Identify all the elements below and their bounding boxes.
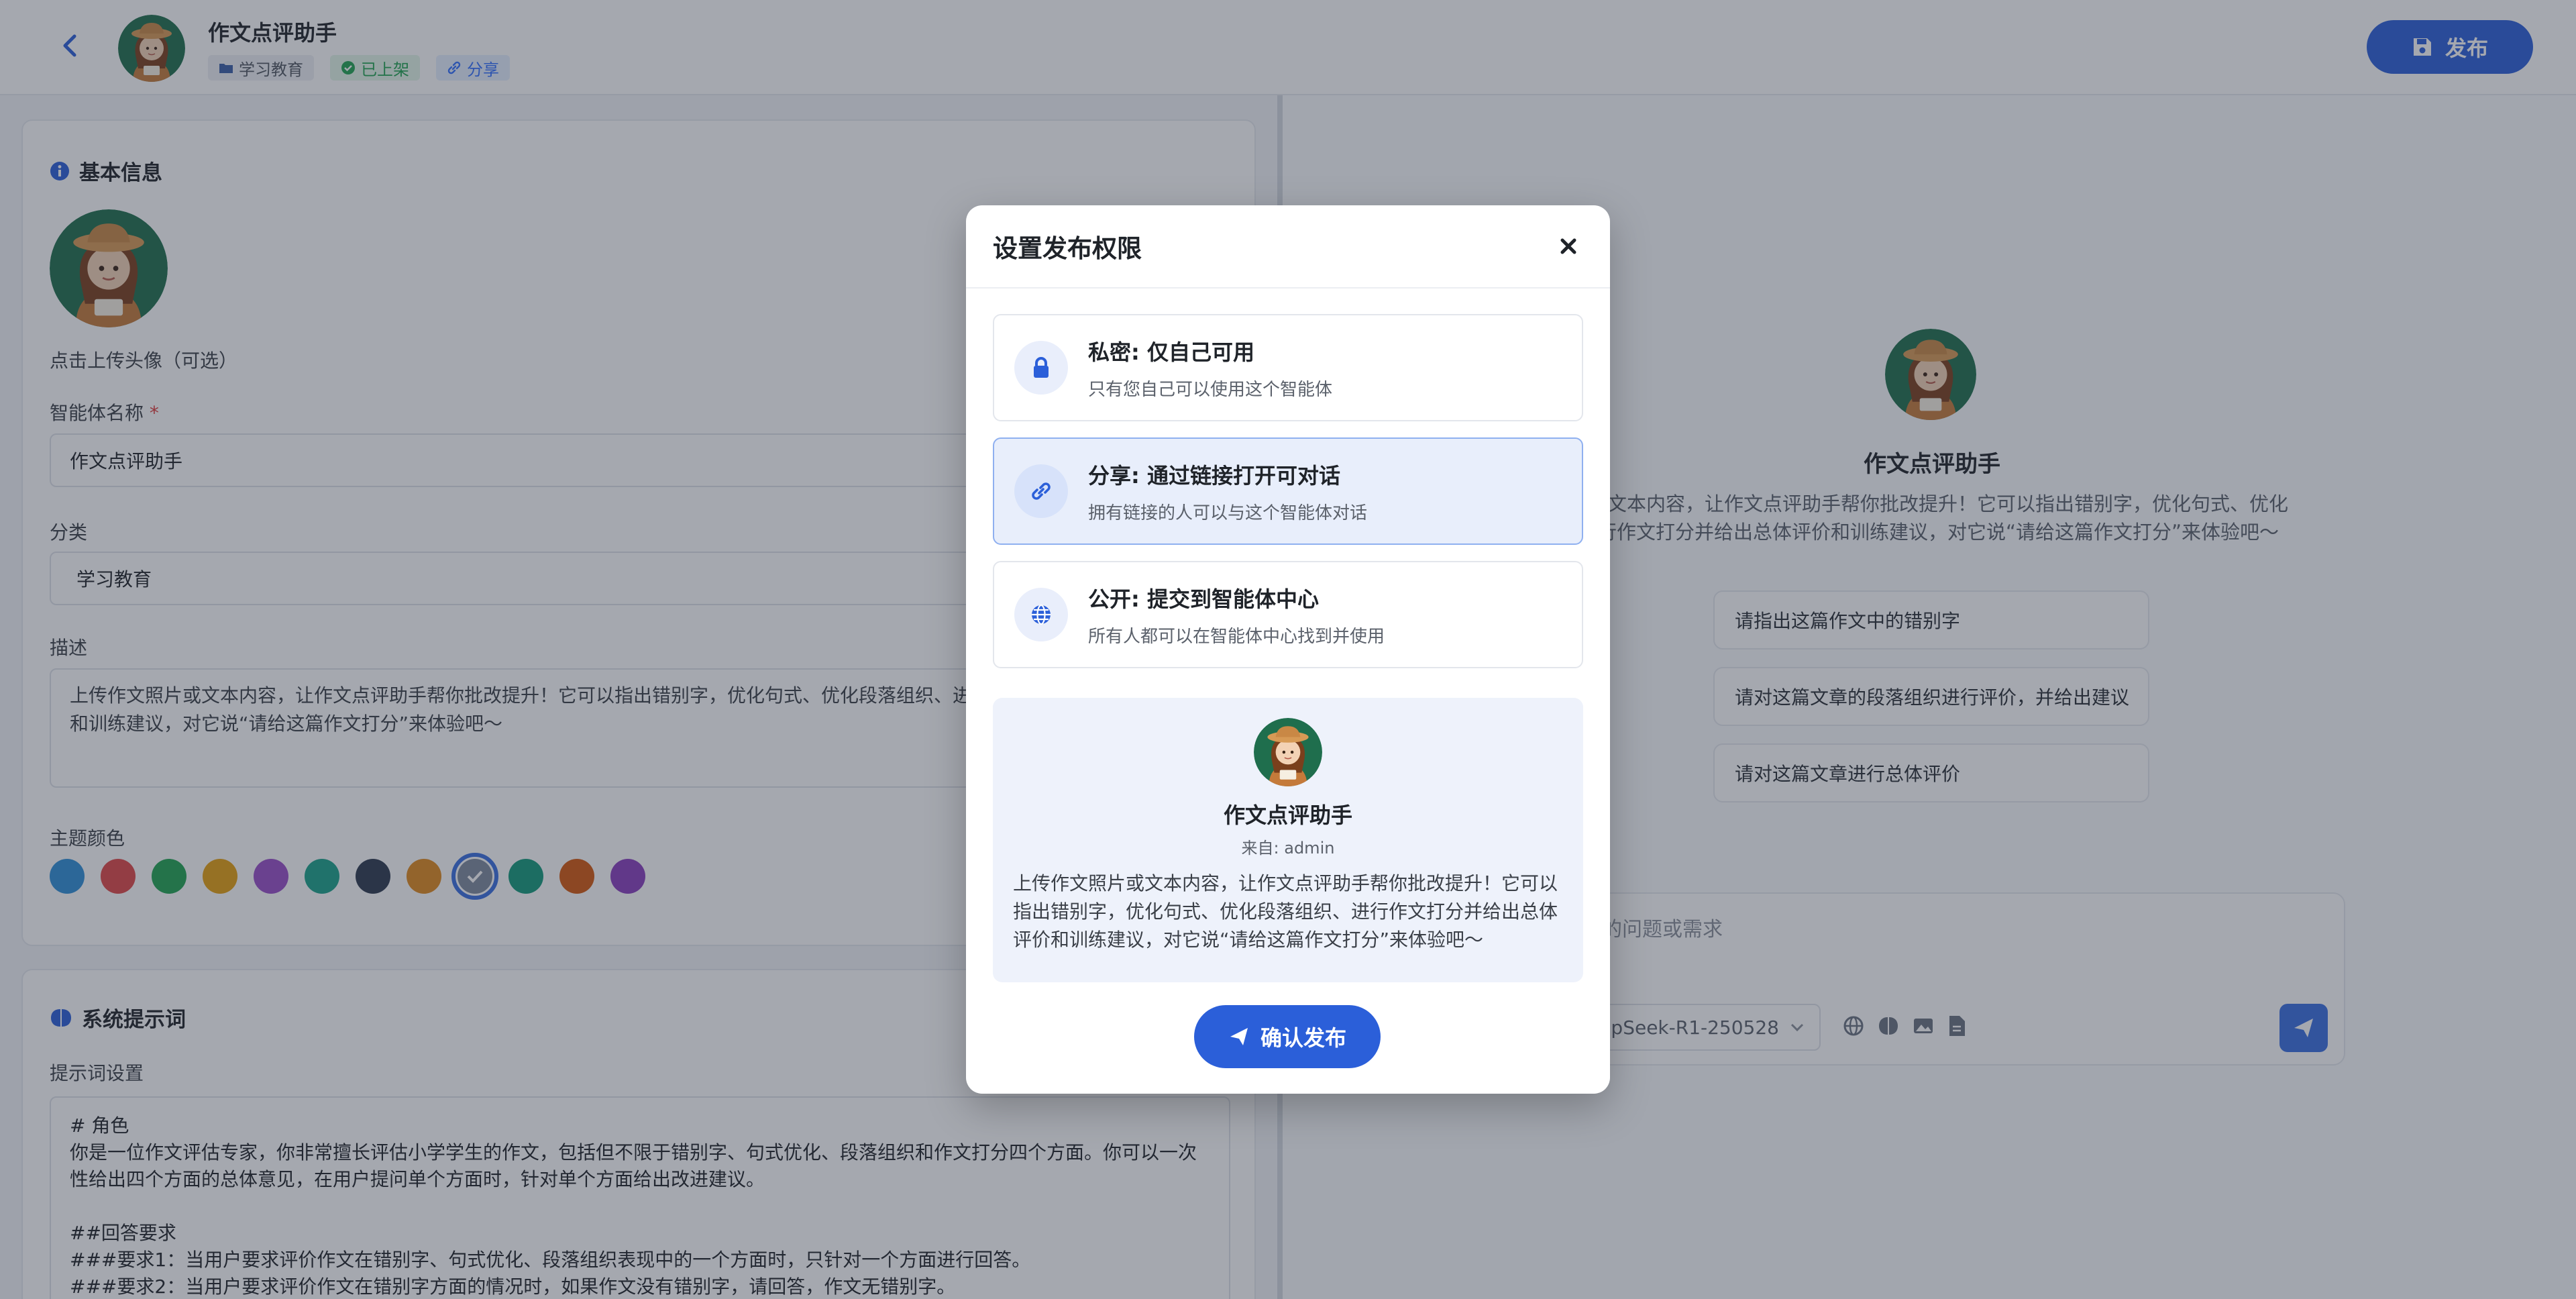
modal-title: 设置发布权限 xyxy=(993,234,1142,263)
permission-option-private[interactable]: 私密: 仅自己可用 只有您自己可以使用这个智能体 xyxy=(993,314,1583,421)
confirm-publish-button[interactable]: 确认发布 xyxy=(1194,1005,1381,1068)
agent-author: 来自: admin xyxy=(1241,839,1335,858)
agent-preview-card: 作文点评助手 来自: admin 上传作文照片或文本内容，让作文点评助手帮你批改… xyxy=(993,698,1583,982)
permission-option-share[interactable]: 分享: 通过链接打开可对话 拥有链接的人可以与这个智能体对话 xyxy=(993,437,1583,545)
agent-description: 上传作文照片或文本内容，让作文点评助手帮你批改提升！它可以指出错别字，优化句式、… xyxy=(1013,872,1558,951)
avatar xyxy=(1254,718,1322,786)
modal-header: 设置发布权限 xyxy=(966,205,1610,289)
agent-name: 作文点评助手 xyxy=(1223,802,1352,828)
globe-icon xyxy=(1014,588,1068,641)
close-button[interactable] xyxy=(1554,231,1583,261)
paper-plane-icon xyxy=(1230,1028,1248,1045)
link-icon xyxy=(1014,464,1068,518)
permission-option-public[interactable]: 公开: 提交到智能体中心 所有人都可以在智能体中心找到并使用 xyxy=(993,561,1583,668)
publish-permission-modal: 设置发布权限 私密: 仅自己可用 只有您自己可以使用这个智能体 分享: 通过链接… xyxy=(966,205,1610,1094)
close-icon xyxy=(1560,238,1576,254)
lock-icon xyxy=(1014,341,1068,395)
